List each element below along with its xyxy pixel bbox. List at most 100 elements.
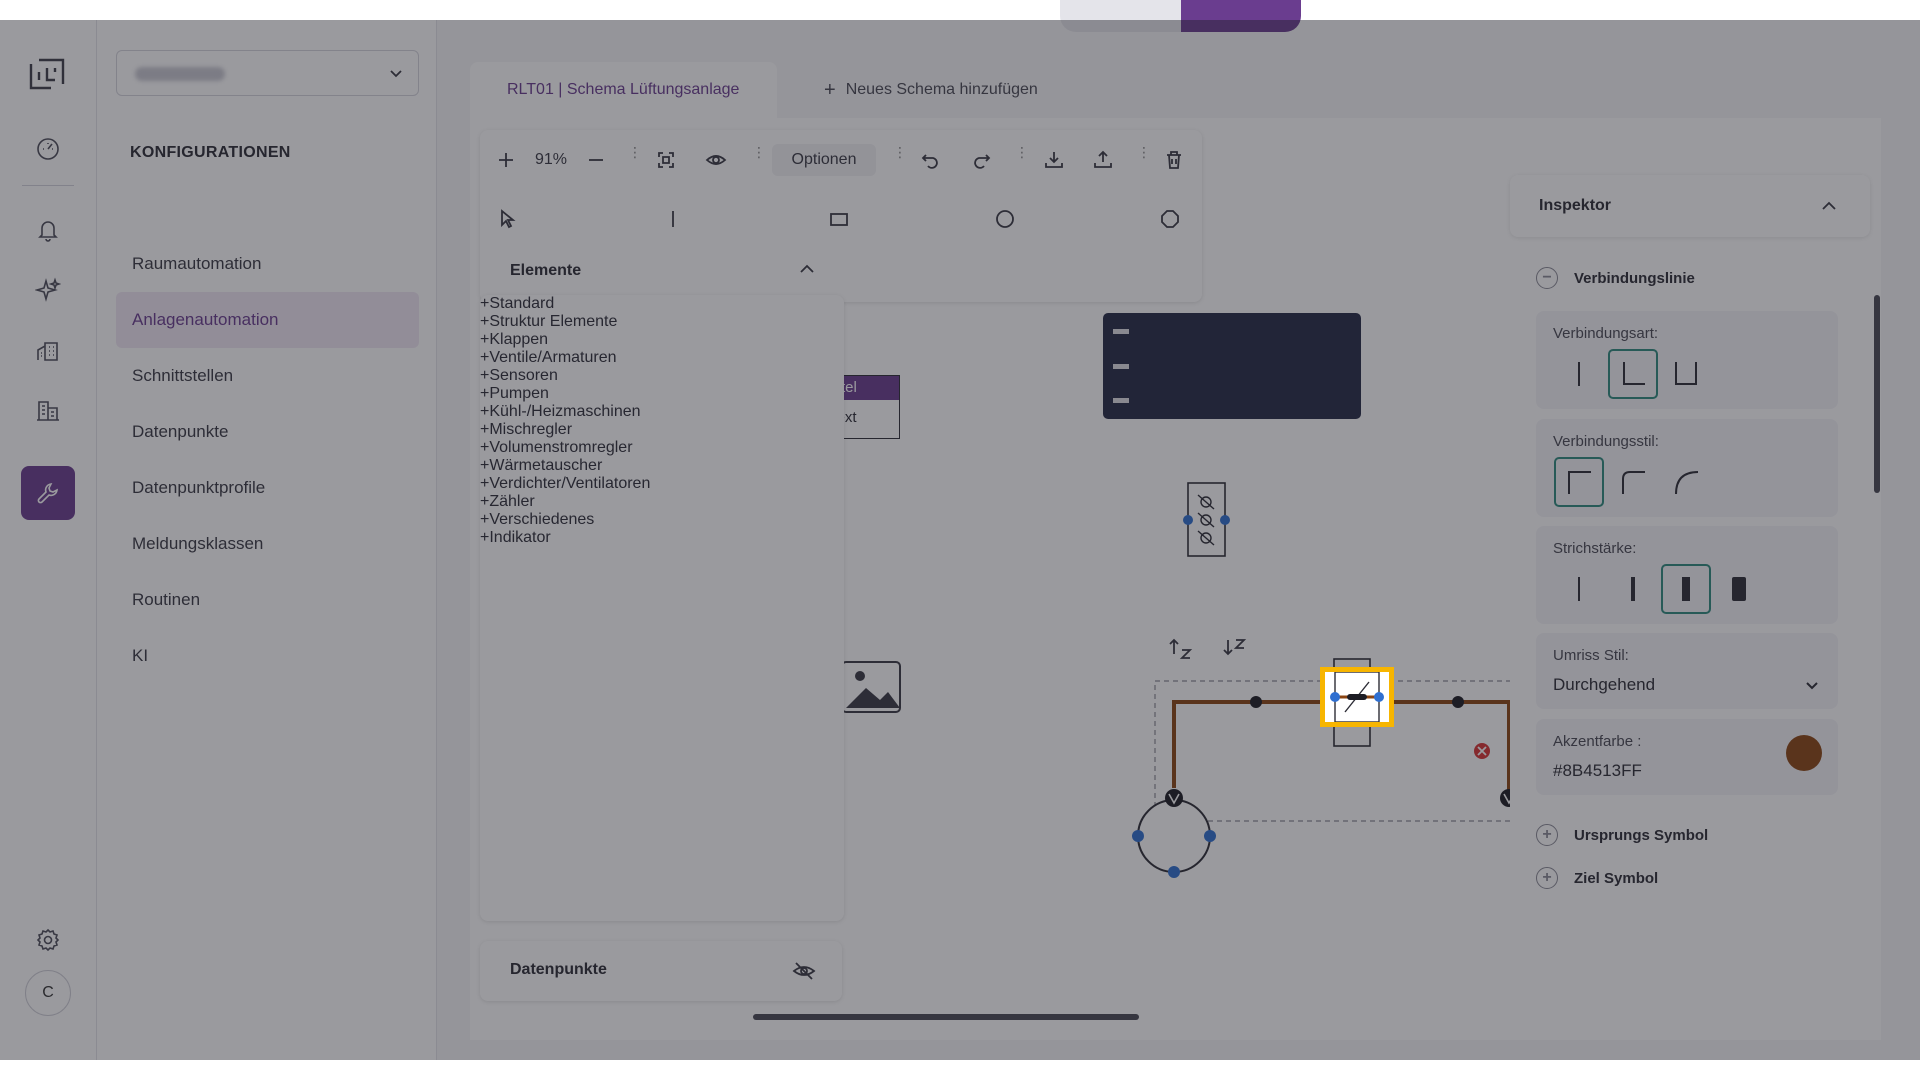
list-item[interactable]: +Ventile/Armaturen — [480, 349, 844, 367]
sidebar-item-anlagenautomation[interactable]: Anlagenautomation — [116, 292, 419, 348]
datapoints-panel[interactable]: Datenpunkte — [480, 941, 842, 1001]
download-button[interactable] — [1038, 144, 1070, 176]
zoom-in-button[interactable] — [490, 144, 522, 176]
chevron-up-icon[interactable] — [796, 258, 818, 280]
wrench-icon[interactable] — [21, 466, 75, 520]
toolbar-separator: ⋮ — [752, 144, 766, 160]
list-item[interactable]: +Zähler — [480, 493, 844, 511]
eye-off-icon[interactable] — [792, 959, 816, 983]
delete-button[interactable] — [1158, 144, 1190, 176]
outline-style-select[interactable]: Umriss Stil: Durchgehend — [1536, 633, 1838, 709]
circle-icon — [996, 210, 1014, 228]
fit-screen-button[interactable] — [650, 144, 682, 176]
gear-icon[interactable] — [21, 913, 75, 967]
bell-icon[interactable] — [21, 203, 75, 257]
plus-circle-icon: + — [480, 385, 490, 402]
topbar-toggle[interactable] — [1060, 0, 1301, 32]
sidebar-item-meldungsklassen[interactable]: Meldungsklassen — [116, 516, 419, 572]
plus-circle-icon: + — [480, 457, 490, 474]
list-item[interactable]: +Indikator — [480, 529, 844, 547]
sidebar-item-schnittstellen[interactable]: Schnittstellen — [116, 348, 419, 404]
select-tool[interactable] — [493, 204, 523, 234]
rectangle-tool[interactable] — [824, 204, 854, 234]
options-button[interactable]: Optionen — [772, 144, 876, 176]
rail-divider — [22, 185, 74, 186]
project-select[interactable] — [116, 50, 419, 96]
stroke-width-4[interactable] — [1714, 564, 1764, 614]
add-schema-tab[interactable]: + Neues Schema hinzufügen — [824, 62, 1038, 118]
connection-style-rounded[interactable] — [1608, 457, 1658, 507]
buildings-icon[interactable] — [21, 324, 75, 378]
list-item[interactable]: +Sensoren — [480, 367, 844, 385]
sparkle-icon[interactable] — [21, 263, 75, 317]
accent-color-swatch[interactable] — [1786, 735, 1822, 771]
stroke-width-3[interactable] — [1661, 564, 1711, 614]
plus-circle-icon: + — [480, 421, 490, 438]
list-item[interactable]: +Pumpen — [480, 385, 844, 403]
toolbar-separator: ⋮ — [1015, 144, 1029, 160]
sidebar-item-ki[interactable]: KI — [116, 628, 419, 684]
plus-circle-icon: + — [480, 295, 490, 312]
connection-type-straight[interactable] — [1554, 349, 1604, 399]
connection-type-section: Verbindungsart: — [1536, 311, 1838, 409]
plus-circle-icon: + — [480, 349, 490, 366]
circle-tool[interactable] — [990, 204, 1020, 234]
line-icon — [672, 211, 674, 227]
chevron-down-icon — [390, 70, 402, 78]
sidebar-item-raumautomation[interactable]: Raumautomation — [116, 236, 419, 292]
logo-icon[interactable] — [21, 48, 75, 102]
sidebar-item-datenpunktprofile[interactable]: Datenpunktprofile — [116, 460, 419, 516]
horizontal-scrollbar[interactable] — [753, 1014, 1139, 1020]
line-tool[interactable] — [658, 204, 688, 234]
stroke-width-1[interactable] — [1554, 564, 1604, 614]
straight-line-icon — [1578, 362, 1580, 386]
vertical-scrollbar[interactable] — [1874, 295, 1880, 493]
list-item[interactable]: +Mischregler — [480, 421, 844, 439]
list-item[interactable]: +Klappen — [480, 331, 844, 349]
plus-circle-icon: + — [480, 439, 490, 456]
plus-circle-icon: + — [480, 313, 490, 330]
undo-button[interactable] — [915, 144, 947, 176]
list-item[interactable]: +Standard — [480, 295, 844, 313]
avatar[interactable]: C — [25, 970, 71, 1016]
list-item[interactable]: +Wärmetauscher — [480, 457, 844, 475]
chevron-up-icon[interactable] — [1818, 195, 1840, 217]
connection-type-angled[interactable] — [1608, 349, 1658, 399]
image-placeholder-icon — [841, 661, 901, 713]
fan-symbol — [1132, 789, 1216, 878]
octagon-tool[interactable] — [1155, 204, 1185, 234]
eye-icon — [705, 155, 727, 165]
preview-button[interactable] — [700, 144, 732, 176]
connection-type-u[interactable] — [1661, 349, 1711, 399]
chevron-down-icon — [1806, 682, 1818, 690]
dashboard-icon[interactable] — [21, 122, 75, 176]
connection-style-curved[interactable] — [1661, 457, 1711, 507]
list-item[interactable]: +Kühl-/Heizmaschinen — [480, 403, 844, 421]
toolbar-separator: ⋮ — [1137, 144, 1151, 160]
cursor-icon — [501, 209, 516, 229]
stroke-width-2[interactable] — [1608, 564, 1658, 614]
connection-style-sharp[interactable] — [1554, 457, 1604, 507]
connection-line-section[interactable]: − Verbindungslinie — [1536, 264, 1695, 292]
sidebar-item-routinen[interactable]: Routinen — [116, 572, 419, 628]
list-item[interactable]: +Volumenstromregler — [480, 439, 844, 457]
tab-rlt01[interactable]: RLT01 | Schema Lüftungsanlage — [470, 62, 777, 118]
list-item[interactable]: +Struktur Elemente — [480, 313, 844, 331]
origin-symbol-section[interactable]: + Ursprungs Symbol — [1536, 821, 1708, 849]
target-symbol-section[interactable]: + Ziel Symbol — [1536, 864, 1658, 892]
fit-screen-icon — [658, 152, 674, 168]
config-sidebar: KONFIGURATIONEN Raumautomation Anlagenau… — [97, 20, 437, 1060]
upload-button[interactable] — [1087, 144, 1119, 176]
plus-icon: + — [824, 78, 836, 101]
list-item[interactable]: +Verdichter/Ventilatoren — [480, 475, 844, 493]
sidebar-item-datenpunkte[interactable]: Datenpunkte — [116, 404, 419, 460]
redo-button[interactable] — [965, 144, 997, 176]
list-item[interactable]: +Verschiedenes — [480, 511, 844, 529]
inspector-header[interactable]: Inspektor — [1510, 175, 1870, 237]
highlighted-damper[interactable] — [1320, 667, 1394, 727]
building-data-icon[interactable] — [21, 384, 75, 438]
upload-icon — [1094, 150, 1112, 168]
zoom-out-button[interactable] — [580, 144, 612, 176]
accent-color-section[interactable]: Akzentfarbe : #8B4513FF — [1536, 719, 1838, 795]
plus-circle-icon: + — [480, 331, 490, 348]
